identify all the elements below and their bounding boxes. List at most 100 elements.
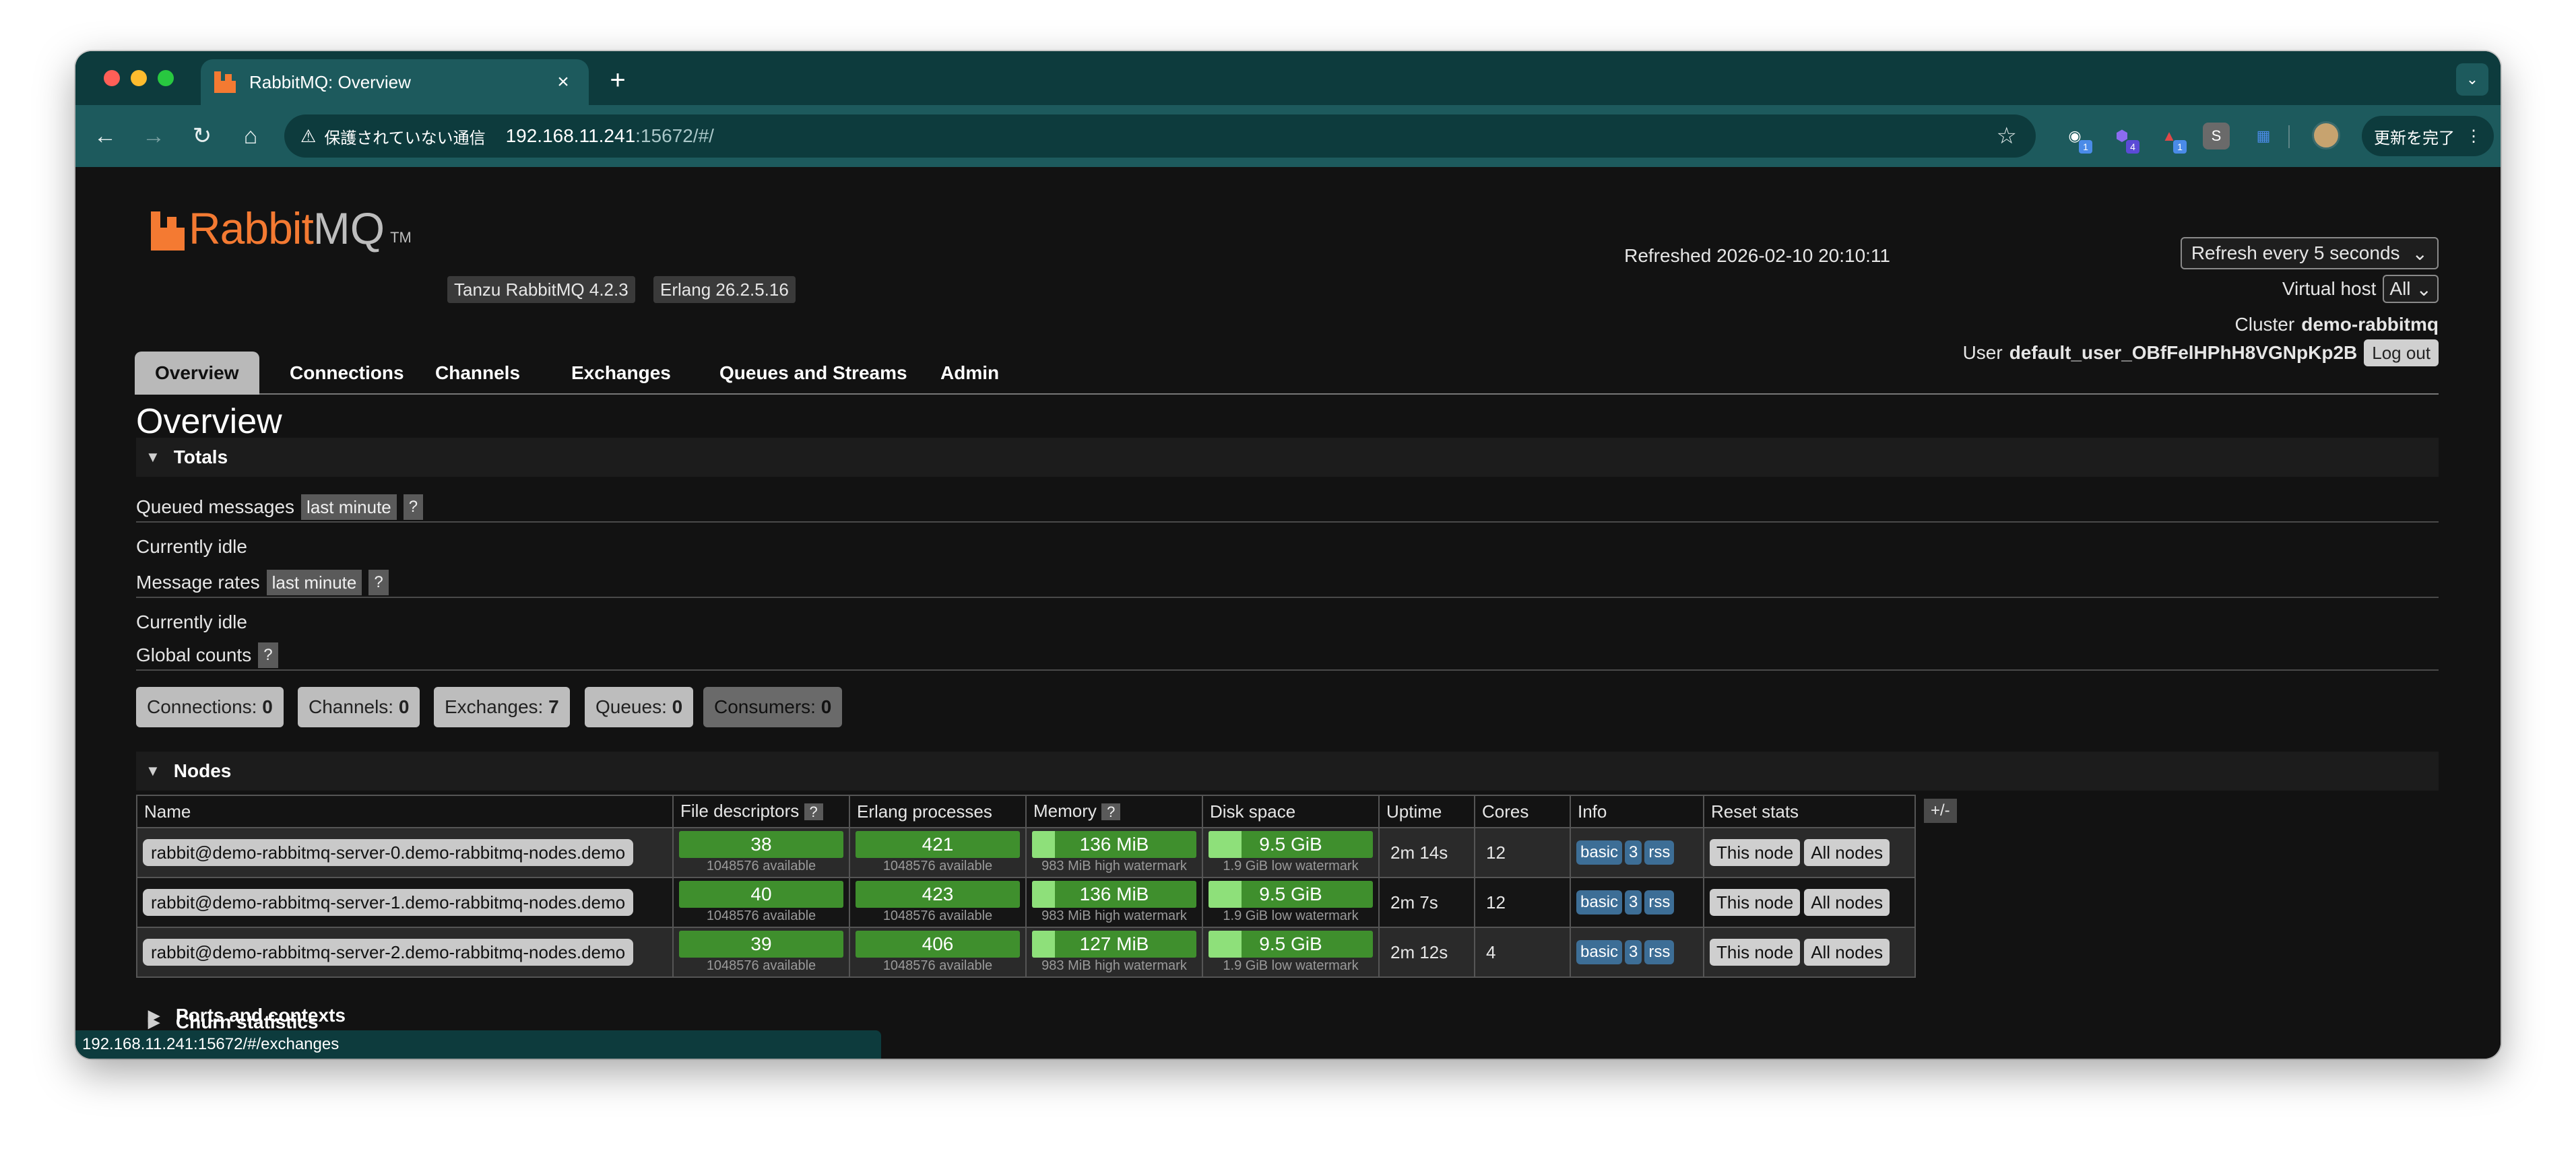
tab-admin[interactable]: Admin — [920, 352, 1019, 395]
main-nav: Overview Connections Channels Exchanges … — [135, 352, 2439, 395]
memory-bar: 136 MiB — [1032, 881, 1196, 908]
refreshed-timestamp: Refreshed 2026-02-10 20:10:11 — [1624, 245, 1890, 266]
info-basic-badge[interactable]: basic — [1576, 890, 1623, 915]
menu-dots-icon: ⋮ — [2466, 127, 2482, 145]
extension-cube-icon[interactable]: ⬢ 4 — [2108, 123, 2139, 154]
node-name-link[interactable]: rabbit@demo-rabbitmq-server-0.demo-rabbi… — [143, 839, 634, 866]
erlang-version-badge: Erlang 26.2.5.16 — [653, 276, 796, 303]
table-row: rabbit@demo-rabbitmq-server-2.demo-rabbi… — [136, 927, 1916, 978]
cell-name: rabbit@demo-rabbitmq-server-2.demo-rabbi… — [136, 927, 674, 978]
virtual-host-select[interactable]: All ⌄ — [2383, 275, 2439, 303]
info-count-badge[interactable]: 3 — [1625, 890, 1642, 915]
cell-file-descriptors: 39 1048576 available — [672, 927, 850, 978]
url-path[interactable]: :15672/#/ — [635, 125, 714, 147]
queued-last-minute-chip[interactable]: last minute — [301, 494, 397, 520]
divider — [136, 521, 2439, 523]
extension-s-icon[interactable]: S — [2203, 123, 2230, 150]
info-rss-badge[interactable]: rss — [1644, 840, 1675, 865]
queues-count[interactable]: Queues: 0 — [585, 687, 694, 727]
tab-connections[interactable]: Connections — [269, 352, 424, 395]
info-basic-badge[interactable]: basic — [1576, 940, 1623, 964]
tab-search-button[interactable]: ⌄ — [2456, 63, 2488, 96]
window-minimize-button[interactable] — [131, 70, 147, 86]
memory-help-icon[interactable]: ? — [1101, 803, 1121, 820]
node-name-link[interactable]: rabbit@demo-rabbitmq-server-2.demo-rabbi… — [143, 939, 634, 966]
cell-info: basic 3 rss — [1570, 827, 1704, 878]
forward-arrow-icon[interactable]: → — [137, 120, 170, 152]
refresh-select-wrap: Refresh every 5 seconds ⌄ — [2180, 237, 2439, 269]
extension-grid-icon[interactable]: ▦ — [2250, 123, 2277, 150]
update-button[interactable]: 更新を完了 ⋮ — [2362, 116, 2494, 156]
back-arrow-icon[interactable]: ← — [89, 120, 121, 152]
refresh-interval-select[interactable]: Refresh every 5 seconds ⌄ — [2180, 237, 2439, 269]
url-host[interactable]: 192.168.11.241 — [506, 125, 636, 147]
new-tab-button[interactable]: + — [601, 63, 635, 97]
col-file-descriptors: File descriptors ? — [672, 795, 850, 828]
cell-erlang-processes: 423 1048576 available — [849, 877, 1027, 928]
tab-channels[interactable]: Channels — [415, 352, 540, 395]
reset-all-nodes-button[interactable]: All nodes — [1804, 939, 1890, 966]
global-help-icon[interactable]: ? — [258, 642, 278, 668]
reset-this-node-button[interactable]: This node — [1710, 889, 1801, 916]
disk-bar: 9.5 GiB — [1209, 881, 1373, 908]
col-cores: Cores — [1474, 795, 1571, 828]
divider — [136, 597, 2439, 598]
rates-last-minute-chip[interactable]: last minute — [266, 570, 362, 595]
fd-help-icon[interactable]: ? — [804, 803, 823, 820]
cell-cores: 12 — [1474, 877, 1571, 928]
cell-name: rabbit@demo-rabbitmq-server-1.demo-rabbi… — [136, 877, 674, 928]
cell-memory: 136 MiB 983 MiB high watermark — [1025, 877, 1203, 928]
tab-overview[interactable]: Overview — [135, 352, 259, 395]
reset-this-node-button[interactable]: This node — [1710, 939, 1801, 966]
reset-all-nodes-button[interactable]: All nodes — [1804, 889, 1890, 916]
exchanges-count[interactable]: Exchanges: 7 — [434, 687, 570, 727]
extension-hat-icon[interactable]: ▲ 1 — [2156, 123, 2187, 154]
connections-count[interactable]: Connections: 0 — [136, 687, 284, 727]
proc-bar: 423 — [856, 881, 1020, 908]
tab-queues-and-streams[interactable]: Queues and Streams — [699, 352, 928, 395]
col-info: Info — [1570, 795, 1704, 828]
rabbitmq-logo-icon — [151, 211, 185, 251]
profile-avatar[interactable] — [2312, 121, 2340, 150]
window-close-button[interactable] — [104, 70, 120, 86]
ports-contexts-toggle[interactable]: ▶ Ports and contexts — [148, 1005, 346, 1026]
info-count-badge[interactable]: 3 — [1625, 940, 1642, 964]
virtual-host-value: All — [2389, 278, 2411, 299]
totals-section-toggle[interactable]: ▼ Totals — [136, 438, 2439, 477]
browser-tab-rabbitmq[interactable]: RabbitMQ: Overview × — [201, 59, 589, 105]
node-name-link[interactable]: rabbit@demo-rabbitmq-server-1.demo-rabbi… — [143, 889, 634, 916]
nodes-section-toggle[interactable]: ▼ Nodes — [136, 752, 2439, 791]
queued-messages-row: Queued messages last minute ? — [136, 494, 424, 520]
proc-bar: 406 — [856, 931, 1020, 958]
window-maximize-button[interactable] — [158, 70, 174, 86]
logo-rabbit-text: Rabbit — [189, 203, 314, 253]
caret-down-icon: ▼ — [146, 762, 160, 779]
consumers-count[interactable]: Consumers: 0 — [703, 687, 843, 727]
home-icon[interactable]: ⌂ — [234, 120, 267, 152]
bookmark-star-icon[interactable]: ☆ — [1997, 123, 2017, 150]
columns-toggle-button[interactable]: +/- — [1924, 799, 1957, 823]
address-bar[interactable]: ⚠ 保護されていない通信 192.168.11.241 :15672/#/ ☆ — [284, 114, 2036, 158]
rabbitmq-logo[interactable]: Rabbit MQ TM — [151, 203, 412, 251]
extension-eye-icon[interactable]: ◉ 1 — [2061, 123, 2092, 154]
page-title: Overview — [136, 402, 282, 441]
global-counts-label: Global counts — [136, 644, 252, 665]
info-basic-badge[interactable]: basic — [1576, 840, 1623, 865]
cell-info: basic 3 rss — [1570, 927, 1704, 978]
reset-this-node-button[interactable]: This node — [1710, 839, 1801, 866]
insecure-connection-label[interactable]: 保護されていない通信 — [324, 125, 485, 148]
rates-help-icon[interactable]: ? — [368, 570, 389, 595]
logo-tm-text: TM — [390, 229, 412, 246]
reload-icon[interactable]: ↻ — [186, 120, 218, 152]
info-rss-badge[interactable]: rss — [1644, 940, 1675, 964]
reset-all-nodes-button[interactable]: All nodes — [1804, 839, 1890, 866]
queued-help-icon[interactable]: ? — [403, 494, 424, 520]
info-count-badge[interactable]: 3 — [1625, 840, 1642, 865]
warning-icon[interactable]: ⚠ — [300, 126, 316, 147]
tab-exchanges[interactable]: Exchanges — [551, 352, 691, 395]
channels-count[interactable]: Channels: 0 — [298, 687, 420, 727]
table-row: rabbit@demo-rabbitmq-server-1.demo-rabbi… — [136, 877, 1916, 928]
cell-name: rabbit@demo-rabbitmq-server-0.demo-rabbi… — [136, 827, 674, 878]
tab-close-icon[interactable]: × — [551, 71, 575, 94]
info-rss-badge[interactable]: rss — [1644, 890, 1675, 915]
